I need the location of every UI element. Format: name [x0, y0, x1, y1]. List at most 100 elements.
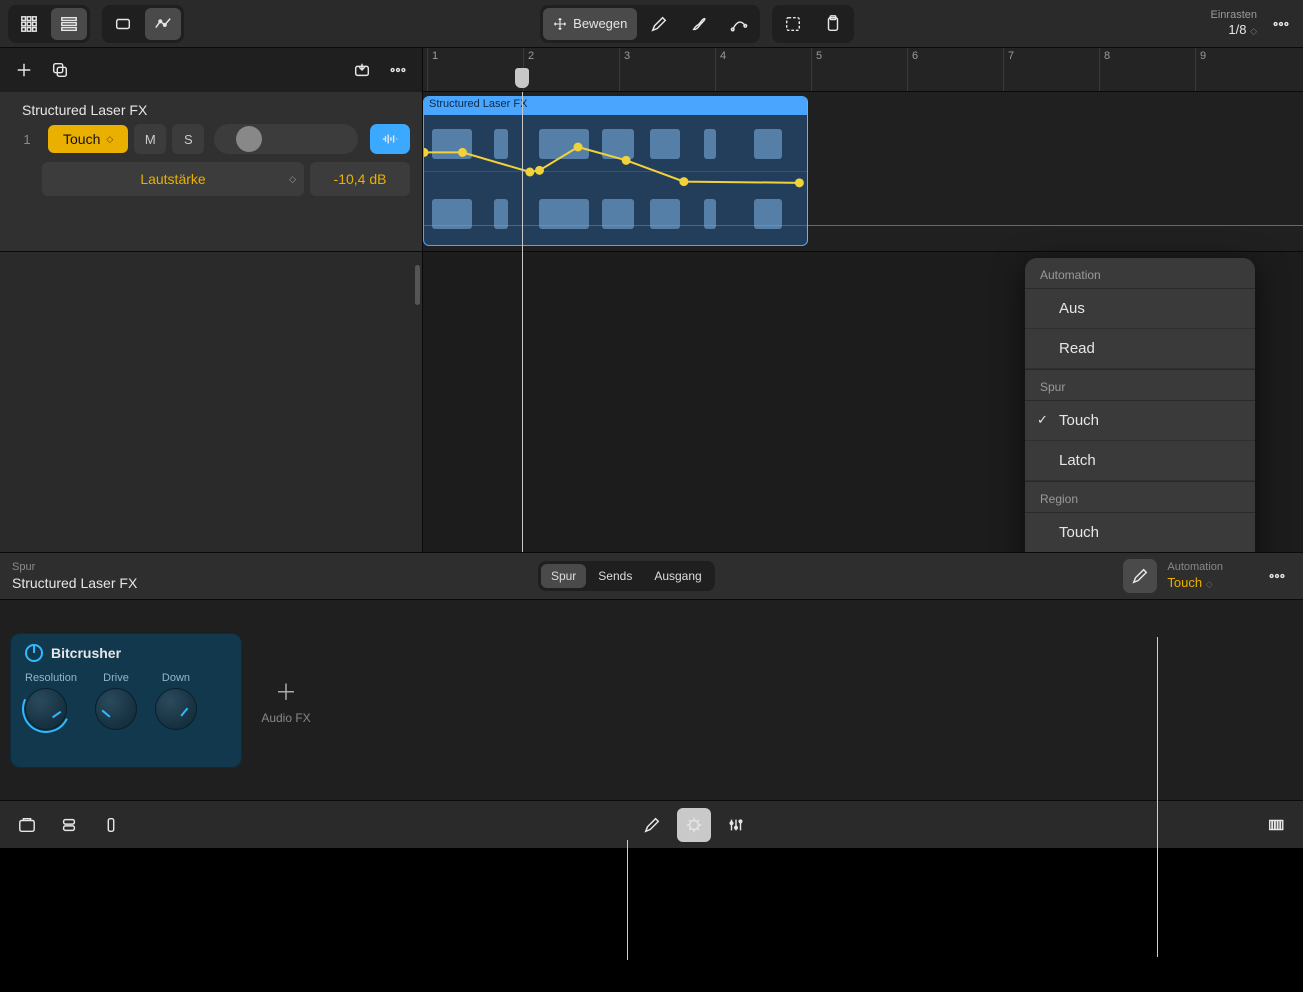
inspector-track-name: Structured Laser FX [12, 574, 137, 592]
track-header-column: Structured Laser FX 1 Touch ◇ M S Lautst… [0, 48, 423, 552]
popup-section-track: Spur [1025, 369, 1255, 401]
popup-item-latch-track[interactable]: Latch [1025, 441, 1255, 481]
edit-mode-button[interactable] [635, 808, 669, 842]
seg-spur[interactable]: Spur [541, 564, 586, 588]
track-name-label: Structured Laser FX [22, 102, 410, 118]
plus-icon: ＋ [256, 675, 316, 707]
inspector-more-button[interactable] [1263, 562, 1291, 590]
popup-item-touch-region[interactable]: Touch [1025, 513, 1255, 552]
grid-view-button[interactable] [11, 8, 47, 40]
plugin-strip: Bitcrusher Resolution Drive Down ＋ Audio… [0, 600, 1303, 800]
track-index: 1 [12, 132, 42, 147]
add-track-button[interactable] [10, 56, 38, 84]
knob-drive[interactable] [95, 688, 137, 730]
plugin-card-bitcrusher[interactable]: Bitcrusher Resolution Drive Down [10, 633, 242, 768]
track-list-toolbar [0, 48, 422, 92]
ruler-tick: 4 [715, 48, 730, 91]
inspector-bar: Spur Structured Laser FX Spur Sends Ausg… [0, 552, 1303, 600]
mixer-button[interactable] [52, 808, 86, 842]
inspector-auto-label: Automation [1167, 560, 1223, 574]
snap-value: 1/8 [1228, 22, 1246, 37]
track-icon-button[interactable] [370, 124, 410, 154]
playhead-line [522, 92, 523, 552]
snap-display[interactable]: Einrasten 1/8 ◇ [1211, 9, 1257, 38]
playhead-marker[interactable] [515, 68, 529, 88]
inspector-auto-mode: Touch [1167, 575, 1202, 590]
track-controls: 1 Touch ◇ M S [12, 124, 410, 154]
pencil-tool-button[interactable] [641, 8, 677, 40]
plugin-name: Bitcrusher [51, 645, 121, 661]
inspector-automation-info[interactable]: Automation Touch ◇ [1167, 560, 1223, 591]
callout-line-2 [1157, 637, 1158, 957]
ruler[interactable]: 123456789 [423, 48, 1303, 92]
popup-item-read[interactable]: Read [1025, 329, 1255, 369]
plugin-power-icon[interactable] [25, 644, 43, 662]
add-audio-fx-button[interactable]: ＋ Audio FX [256, 675, 316, 725]
automation-mode-popup: Automation Aus Read Spur Touch Latch Reg… [1025, 258, 1255, 552]
list-view-button[interactable] [51, 8, 87, 40]
view-mode-group [8, 5, 90, 43]
ruler-tick: 8 [1099, 48, 1114, 91]
callout-line-1 [627, 840, 628, 960]
snap-label: Einrasten [1211, 9, 1257, 22]
automation-value: -10,4 dB [310, 162, 410, 196]
display-mode-group [102, 5, 184, 43]
automation-param-row: Lautstärke ◇ -10,4 dB [42, 162, 410, 196]
ruler-tick: 9 [1195, 48, 1210, 91]
timeline[interactable]: 123456789 Structured Laser FX Automation… [423, 48, 1303, 552]
automation-mode-button-track[interactable]: Touch ◇ [48, 125, 128, 153]
clipboard-tool-button[interactable] [815, 8, 851, 40]
track-lane[interactable]: Structured Laser FX [423, 92, 1303, 252]
tool-group-select [772, 5, 854, 43]
seg-ausgang[interactable]: Ausgang [644, 564, 711, 588]
eq-button[interactable] [719, 808, 753, 842]
popup-item-touch-track[interactable]: Touch [1025, 401, 1255, 441]
automation-mode-button[interactable] [145, 8, 181, 40]
more-menu-top[interactable] [1267, 10, 1295, 38]
region-mode-button[interactable] [105, 8, 141, 40]
top-toolbar: Bewegen Einrasten 1/8 ◇ [0, 0, 1303, 48]
volume-thumb[interactable] [236, 126, 262, 152]
remote-button[interactable] [94, 808, 128, 842]
brush-tool-button[interactable] [681, 8, 717, 40]
ruler-tick: 7 [1003, 48, 1018, 91]
region-name: Structured Laser FX [424, 97, 807, 115]
main-area: Structured Laser FX 1 Touch ◇ M S Lautst… [0, 48, 1303, 552]
app-root: Bewegen Einrasten 1/8 ◇ [0, 0, 1303, 992]
inspector-spur-label: Spur [12, 560, 137, 574]
knob-down[interactable] [155, 688, 197, 730]
mute-button[interactable]: M [134, 124, 166, 154]
popup-section-automation: Automation [1025, 258, 1255, 289]
library-button[interactable] [10, 808, 44, 842]
seg-sends[interactable]: Sends [588, 564, 642, 588]
knob-label-drive: Drive [95, 672, 137, 684]
popup-item-off[interactable]: Aus [1025, 289, 1255, 329]
tool-group-main: Bewegen [540, 5, 760, 43]
knob-label-down: Down [155, 672, 197, 684]
ruler-tick: 1 [427, 48, 442, 91]
ruler-tick: 3 [619, 48, 634, 91]
audio-region[interactable]: Structured Laser FX [423, 96, 808, 246]
solo-button[interactable]: S [172, 124, 204, 154]
keyboard-button[interactable] [1259, 808, 1293, 842]
inspector-track-info: Spur Structured Laser FX [12, 560, 137, 592]
inspector-edit-button[interactable] [1123, 559, 1157, 593]
track-header: Structured Laser FX 1 Touch ◇ M S Lautst… [0, 92, 422, 252]
ruler-tick: 5 [811, 48, 826, 91]
knob-label-resolution: Resolution [25, 672, 77, 684]
volume-slider[interactable] [214, 124, 358, 154]
curve-tool-button[interactable] [721, 8, 757, 40]
smart-controls-button[interactable] [677, 808, 711, 842]
marquee-tool-button[interactable] [775, 8, 811, 40]
move-tool-button[interactable]: Bewegen [543, 8, 637, 40]
footer-black [0, 848, 1303, 992]
import-button[interactable] [348, 56, 376, 84]
knob-resolution[interactable] [25, 688, 67, 730]
automation-mode-label: Touch [63, 131, 100, 147]
add-fx-label: Audio FX [256, 711, 316, 725]
duplicate-track-button[interactable] [46, 56, 74, 84]
automation-parameter-label: Lautstärke [140, 171, 205, 187]
track-more-button[interactable] [384, 56, 412, 84]
automation-parameter-select[interactable]: Lautstärke ◇ [42, 162, 304, 196]
track-area-resize-handle[interactable] [415, 265, 420, 305]
